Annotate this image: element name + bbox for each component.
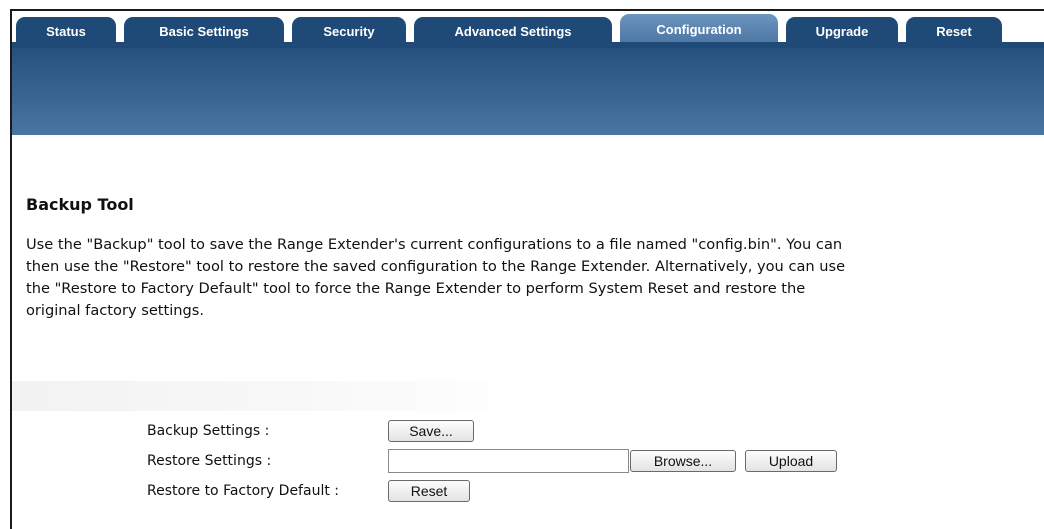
description-line: original factory settings. <box>26 302 205 319</box>
router-config-frame: Status Basic Settings Security Advanced … <box>10 9 1044 529</box>
tab-security[interactable]: Security <box>292 17 406 45</box>
tab-basic-settings[interactable]: Basic Settings <box>124 17 284 45</box>
factory-reset-row: Restore to Factory Default : <box>147 479 339 503</box>
save-button[interactable]: Save... <box>388 420 474 442</box>
tab-strip: Status Basic Settings Security Advanced … <box>12 11 1044 45</box>
header-banner <box>12 48 1044 135</box>
section-title: Backup Tool <box>26 195 134 214</box>
form-header-shade <box>12 381 532 411</box>
tab-reset[interactable]: Reset <box>906 17 1002 45</box>
description-line: the "Restore to Factory Default" tool to… <box>26 280 806 297</box>
tab-configuration[interactable]: Configuration <box>620 14 778 45</box>
upload-button[interactable]: Upload <box>745 450 837 472</box>
tab-upgrade[interactable]: Upgrade <box>786 17 898 45</box>
browse-button[interactable]: Browse... <box>630 450 736 472</box>
tab-status[interactable]: Status <box>16 17 116 45</box>
reset-button[interactable]: Reset <box>388 480 470 502</box>
restore-row: Restore Settings : <box>147 449 271 473</box>
restore-file-input[interactable] <box>388 449 629 473</box>
backup-row: Backup Settings : <box>147 419 269 443</box>
restore-factory-default-label: Restore to Factory Default : <box>147 483 339 499</box>
description-line: then use the "Restore" tool to restore t… <box>26 258 846 275</box>
tab-advanced-settings[interactable]: Advanced Settings <box>414 17 612 45</box>
backup-settings-label: Backup Settings : <box>147 423 270 439</box>
section-description: Use the "Backup" tool to save the Range … <box>26 234 1044 322</box>
description-line: Use the "Backup" tool to save the Range … <box>26 236 843 253</box>
restore-settings-label: Restore Settings : <box>147 453 272 469</box>
